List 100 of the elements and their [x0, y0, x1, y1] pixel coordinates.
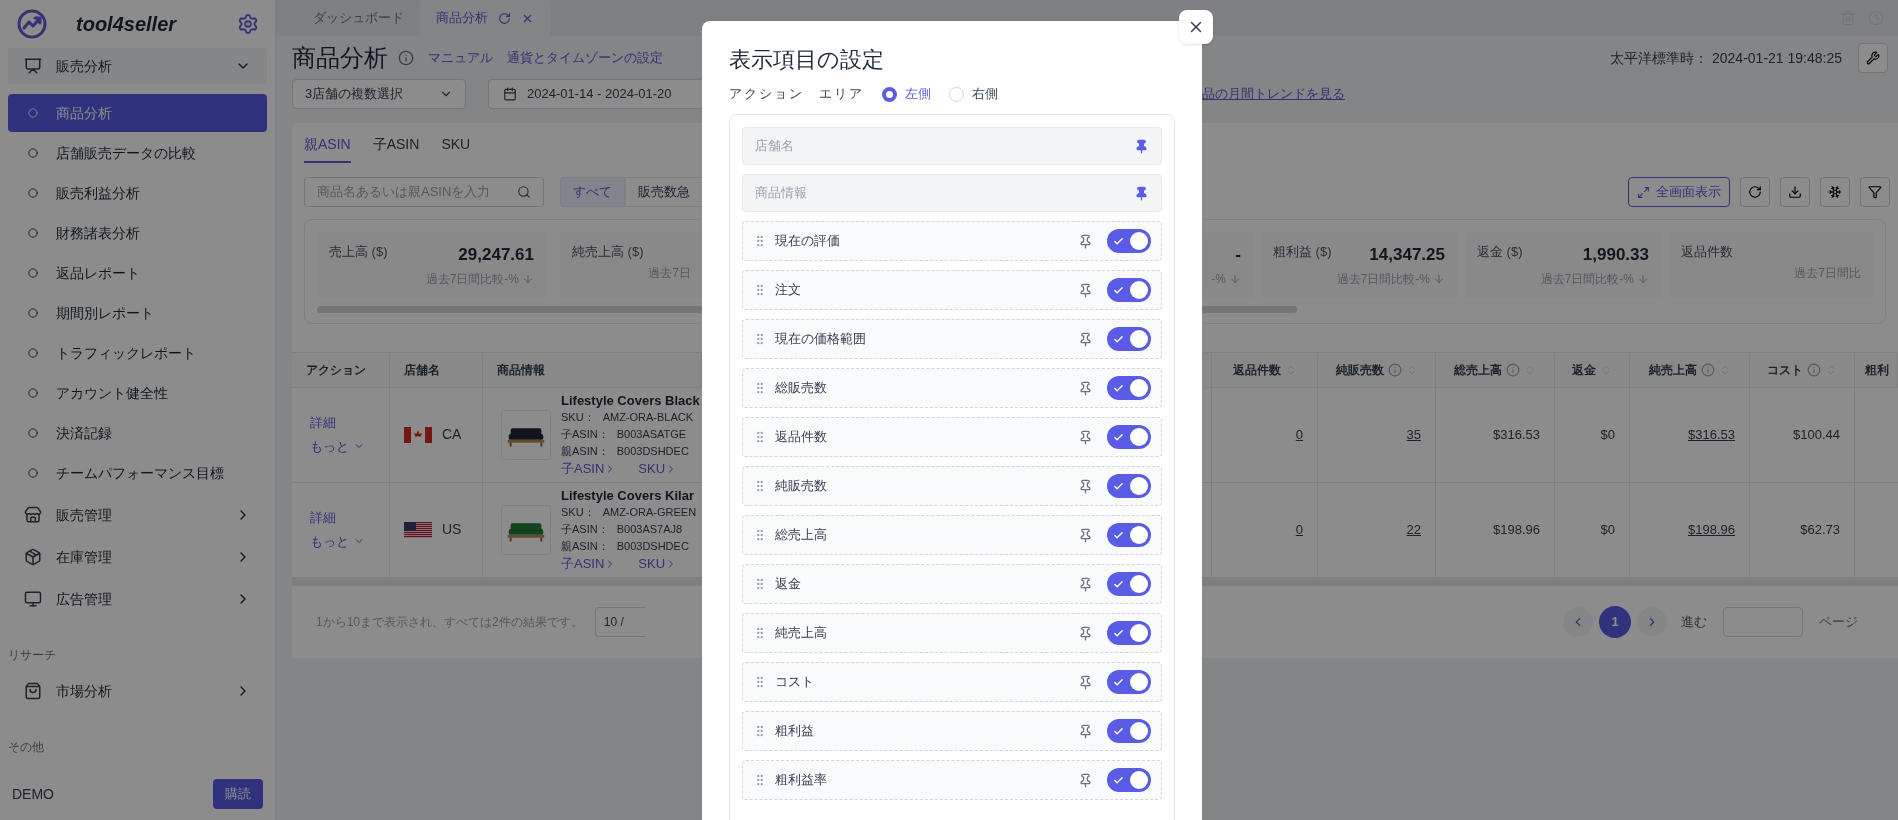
- column-header-cell[interactable]: 総売上高: [1436, 352, 1555, 387]
- column-item[interactable]: 総売上高: [742, 515, 1162, 555]
- nav-group[interactable]: 市場分析: [8, 673, 267, 709]
- pin-icon[interactable]: [1134, 185, 1149, 201]
- refresh-icon[interactable]: [498, 11, 511, 25]
- radio-button[interactable]: [882, 86, 897, 102]
- column-item[interactable]: 総販売数: [742, 368, 1162, 408]
- cell-link[interactable]: $316.53: [1688, 424, 1735, 445]
- cell-link[interactable]: 0: [1295, 424, 1303, 445]
- detail-link[interactable]: 詳細: [310, 413, 371, 433]
- pin-icon[interactable]: [1078, 233, 1093, 249]
- toggle-switch[interactable]: [1107, 768, 1151, 792]
- pin-icon[interactable]: [1078, 478, 1093, 494]
- settings-icon[interactable]: [237, 13, 259, 35]
- radio-option[interactable]: 左側: [882, 84, 931, 104]
- column-item[interactable]: 純販売数: [742, 466, 1162, 506]
- product-link[interactable]: 子ASIN: [561, 555, 617, 572]
- nav-item[interactable]: 決済記録: [8, 414, 267, 452]
- freeze-button[interactable]: [1820, 177, 1850, 207]
- product-link[interactable]: 子ASIN: [561, 460, 617, 477]
- nav-group[interactable]: 在庫管理: [8, 539, 267, 575]
- pin-icon[interactable]: [1078, 576, 1093, 592]
- column-header-cell[interactable]: コスト: [1750, 352, 1855, 387]
- cell-link[interactable]: $198.96: [1688, 519, 1735, 540]
- toggle-switch[interactable]: [1107, 621, 1151, 645]
- product-link[interactable]: SKU: [638, 460, 678, 477]
- detail-link[interactable]: 詳細: [310, 508, 371, 528]
- column-header-cell[interactable]: 粗利: [1855, 352, 1898, 387]
- toggle-switch[interactable]: [1107, 523, 1151, 547]
- product-link[interactable]: SKU: [638, 555, 678, 572]
- pin-icon[interactable]: [1078, 429, 1093, 445]
- refresh-button[interactable]: [1740, 177, 1770, 207]
- trend-link[interactable]: 品の月間トレンドを見る: [1202, 84, 1345, 104]
- nav-item[interactable]: 財務諸表分析: [8, 214, 267, 252]
- view-tab[interactable]: 親ASIN: [304, 134, 351, 163]
- nav-item[interactable]: 期間別レポート: [8, 294, 267, 332]
- cell-link[interactable]: 22: [1406, 519, 1421, 540]
- column-header-cell[interactable]: 返金: [1555, 352, 1630, 387]
- column-item[interactable]: 返品件数: [742, 417, 1162, 457]
- nav-group[interactable]: 販売管理: [8, 497, 267, 533]
- pin-icon[interactable]: [1078, 674, 1093, 690]
- date-range-picker[interactable]: 2024-01-14 - 2024-01-20: [488, 79, 702, 109]
- fullscreen-button[interactable]: 全画面表示: [1628, 177, 1730, 207]
- pin-icon[interactable]: [1078, 380, 1093, 396]
- page-button[interactable]: 1: [1599, 605, 1631, 638]
- pin-icon[interactable]: [1078, 625, 1093, 641]
- cell-link[interactable]: 35: [1406, 424, 1421, 445]
- toggle-switch[interactable]: [1107, 572, 1151, 596]
- nav-item[interactable]: 販売利益分析: [8, 174, 267, 212]
- nav-group[interactable]: 広告管理: [8, 581, 267, 617]
- nav-item[interactable]: 店舗販売データの比較: [8, 134, 267, 172]
- nav-item[interactable]: チームパフォーマンス目標: [8, 454, 267, 492]
- wrench-button[interactable]: [1858, 43, 1888, 73]
- column-item[interactable]: 注文: [742, 270, 1162, 310]
- nav-item[interactable]: 返品レポート: [8, 254, 267, 292]
- column-item[interactable]: コスト: [742, 662, 1162, 702]
- pin-icon[interactable]: [1078, 527, 1093, 543]
- search-icon[interactable]: [517, 185, 531, 199]
- toggle-switch[interactable]: [1107, 376, 1151, 400]
- nav-item[interactable]: アカウント健全性: [8, 374, 267, 412]
- column-item[interactable]: 粗利益率: [742, 760, 1162, 800]
- close-button[interactable]: [1179, 10, 1213, 44]
- toggle-switch[interactable]: [1107, 278, 1151, 302]
- info-icon[interactable]: [398, 50, 414, 66]
- page-tab[interactable]: 商品分析: [420, 0, 550, 36]
- column-header-cell[interactable]: 純販売数: [1318, 352, 1436, 387]
- filter-button[interactable]: [1860, 177, 1890, 207]
- view-tab[interactable]: SKU: [441, 134, 471, 163]
- column-header-cell[interactable]: 返品件数: [1212, 352, 1318, 387]
- pin-icon[interactable]: [1078, 331, 1093, 347]
- column-item[interactable]: 純売上高: [742, 613, 1162, 653]
- download-button[interactable]: [1780, 177, 1810, 207]
- pin-icon[interactable]: [1078, 282, 1093, 298]
- cell-link[interactable]: 0: [1295, 519, 1303, 540]
- segment-button[interactable]: 販売数急: [625, 177, 702, 207]
- radio-option[interactable]: 右側: [949, 84, 998, 104]
- header-link[interactable]: マニュアル: [428, 48, 493, 68]
- column-item[interactable]: 現在の評価: [742, 221, 1162, 261]
- more-link[interactable]: もっと: [310, 531, 371, 551]
- toggle-switch[interactable]: [1107, 474, 1151, 498]
- view-tab[interactable]: 子ASIN: [372, 134, 420, 163]
- page-size-select[interactable]: 10 /: [594, 606, 645, 637]
- column-item[interactable]: 返金: [742, 564, 1162, 604]
- nav-item[interactable]: トラフィックレポート: [8, 334, 267, 372]
- toggle-switch[interactable]: [1107, 229, 1151, 253]
- toggle-switch[interactable]: [1107, 425, 1151, 449]
- pin-icon[interactable]: [1134, 138, 1149, 154]
- pin-icon[interactable]: [1078, 723, 1093, 739]
- nav-group[interactable]: 販売分析: [8, 48, 267, 84]
- pin-icon[interactable]: [1078, 772, 1093, 788]
- subscribe-button[interactable]: 購読: [213, 779, 263, 809]
- column-header-cell[interactable]: 純売上高: [1630, 352, 1750, 387]
- toggle-switch[interactable]: [1107, 719, 1151, 743]
- store-select[interactable]: 3店舗の複数選択: [292, 79, 466, 109]
- nav-item[interactable]: 商品分析: [8, 94, 267, 132]
- column-item[interactable]: 粗利益: [742, 711, 1162, 751]
- column-item[interactable]: 現在の価格範囲: [742, 319, 1162, 359]
- toggle-switch[interactable]: [1107, 327, 1151, 351]
- page-input[interactable]: [1723, 606, 1803, 637]
- more-link[interactable]: もっと: [310, 436, 371, 456]
